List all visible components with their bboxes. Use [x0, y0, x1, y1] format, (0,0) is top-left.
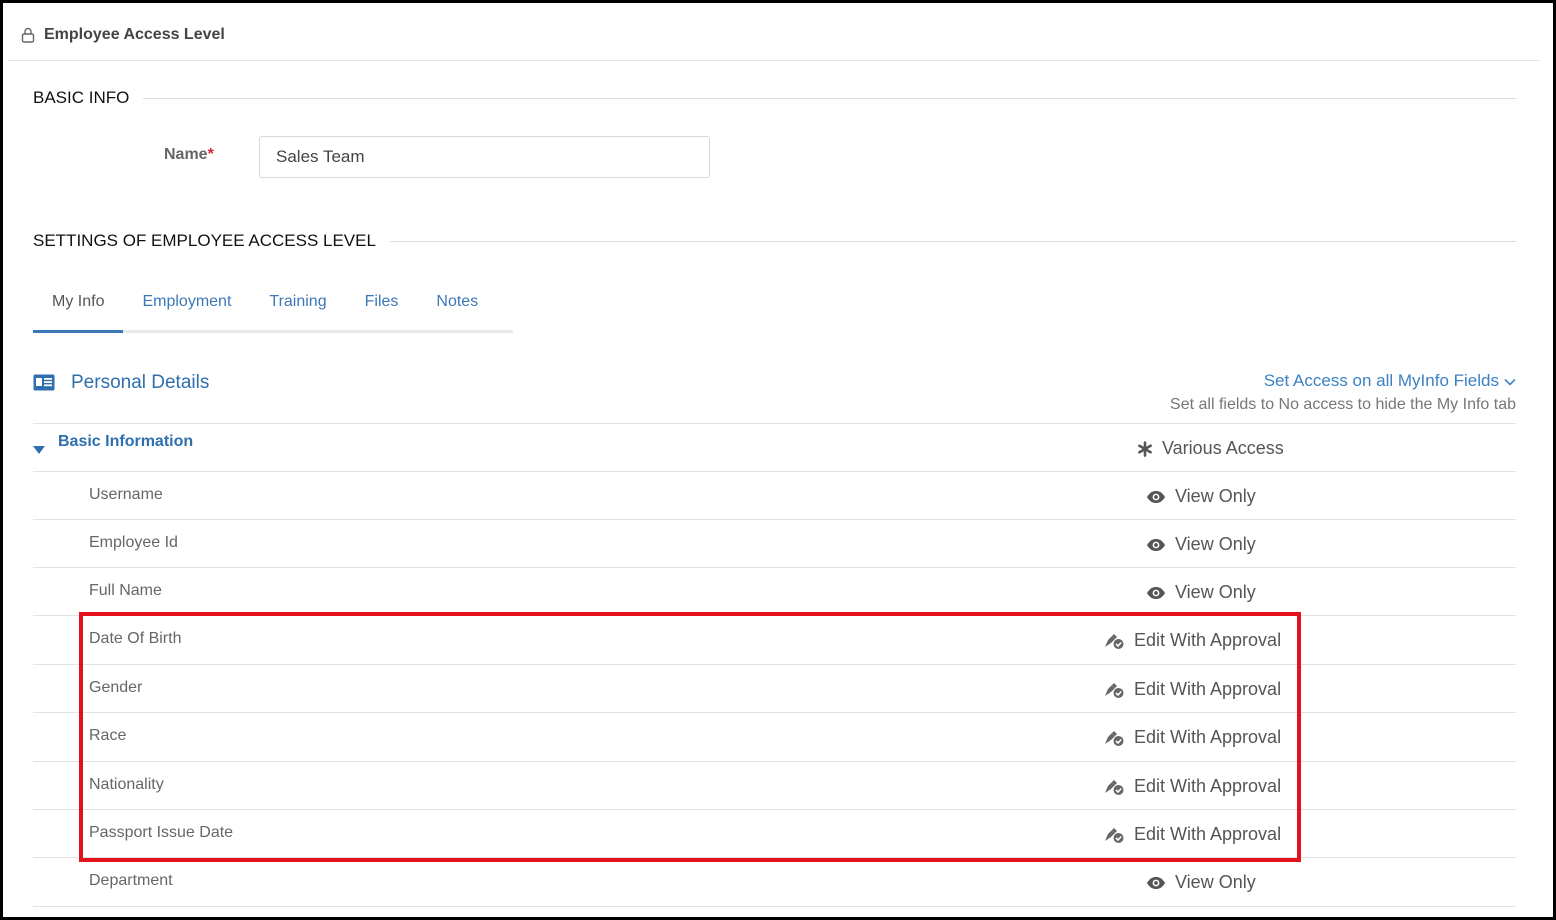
field-name: Username: [89, 486, 163, 503]
field-name: Employee Id: [89, 534, 178, 551]
access-value: View Only: [1175, 582, 1256, 602]
basic-info-heading-label: BASIC INFO: [33, 88, 130, 107]
tab-my-info[interactable]: My Info: [33, 282, 124, 333]
required-mark: *: [207, 146, 214, 163]
settings-heading: SETTINGS OF EMPLOYEE ACCESS LEVEL: [33, 231, 1516, 251]
caret-down-icon[interactable]: [33, 441, 45, 459]
chevron-down-icon: [1504, 371, 1516, 391]
tab-employment[interactable]: Employment: [123, 282, 250, 330]
page-title: Employee Access Level: [44, 26, 225, 43]
highlight-box: [79, 612, 1301, 862]
access-value: View Only: [1175, 534, 1256, 554]
set-access-label: Set Access on all MyInfo Fields: [1263, 371, 1499, 390]
eye-icon: [1146, 586, 1166, 600]
access-value: Various Access: [1162, 438, 1284, 458]
page-header: Employee Access Level: [8, 10, 1540, 61]
lock-icon: [20, 26, 36, 44]
divider: [389, 240, 1516, 242]
name-input[interactable]: [259, 136, 710, 178]
group-row-basic-information[interactable]: Basic Information Various Access: [33, 423, 1516, 471]
tab-notes[interactable]: Notes: [417, 282, 497, 330]
tab-files[interactable]: Files: [346, 282, 418, 330]
settings-heading-label: SETTINGS OF EMPLOYEE ACCESS LEVEL: [33, 231, 376, 250]
table-row[interactable]: Department View Only: [33, 857, 1516, 905]
name-label-text: Name: [164, 146, 208, 163]
access-value-control[interactable]: View Only: [1146, 486, 1256, 507]
table-row[interactable]: Username View Only: [33, 471, 1516, 519]
basic-info-heading: BASIC INFO: [33, 88, 1516, 108]
asterisk-icon: [1137, 440, 1153, 457]
divider: [143, 97, 1516, 99]
access-value-control[interactable]: View Only: [1146, 872, 1256, 893]
access-value: View Only: [1175, 486, 1256, 506]
settings-tabs: My Info Employment Training Files Notes: [33, 282, 513, 333]
access-value-control[interactable]: View Only: [1146, 582, 1256, 603]
table-row[interactable]: Employee Id View Only: [33, 519, 1516, 567]
eye-icon: [1146, 490, 1166, 504]
group-access[interactable]: Various Access: [1137, 438, 1284, 459]
field-name: Department: [89, 872, 173, 889]
tab-training[interactable]: Training: [250, 282, 345, 330]
eye-icon: [1146, 876, 1166, 890]
divider: [33, 906, 1516, 907]
name-label: Name*: [164, 146, 214, 164]
id-card-icon: [33, 374, 55, 396]
eye-icon: [1146, 538, 1166, 552]
field-name: Full Name: [89, 582, 162, 599]
personal-details-title: Personal Details: [71, 372, 210, 393]
access-value-control[interactable]: View Only: [1146, 534, 1256, 555]
set-access-dropdown[interactable]: Set Access on all MyInfo Fields: [1264, 371, 1516, 391]
set-access-hint: Set all fields to No access to hide the …: [1170, 396, 1516, 413]
group-label: Basic Information: [58, 433, 194, 450]
access-value: View Only: [1175, 872, 1256, 892]
table-row[interactable]: Full Name View Only: [33, 567, 1516, 615]
